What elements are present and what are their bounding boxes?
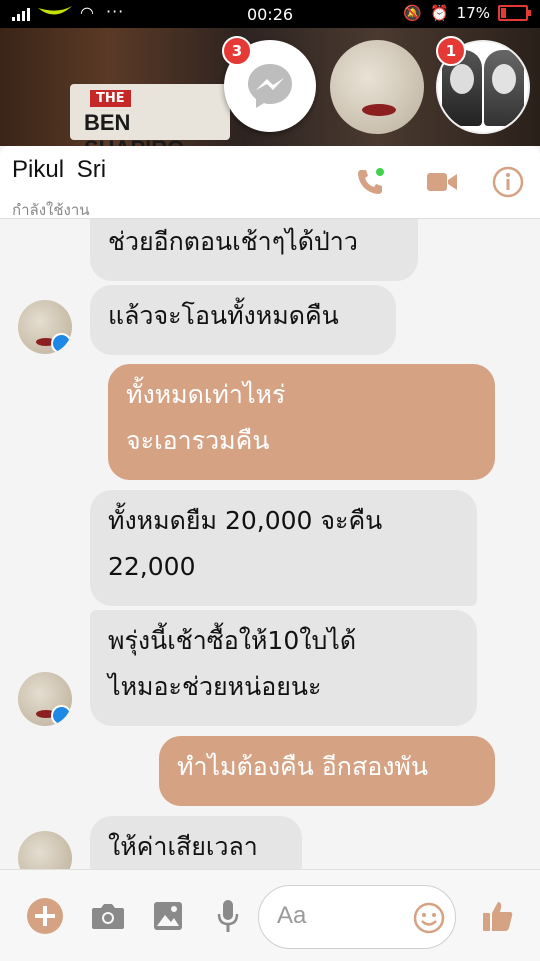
phone-icon <box>358 168 384 194</box>
camera-button[interactable] <box>88 896 128 936</box>
messenger-unread-badge: 3 <box>222 36 252 66</box>
contact-name[interactable]: Pikul Sri <box>12 156 106 184</box>
message-line: ทั้งหมดเท่าไหร่ <box>126 380 286 409</box>
message-in[interactable]: แล้วจะโอนทั้งหมดคืน <box>90 285 396 355</box>
message-line: ทั้งหมดยืม 20,000 จะคืน <box>108 506 383 535</box>
contact-unread-badge: 1 <box>436 36 466 66</box>
video-call-button[interactable] <box>424 164 460 200</box>
more-actions-button[interactable] <box>25 896 65 936</box>
voice-call-button[interactable] <box>352 164 388 200</box>
voice-message-button[interactable] <box>208 896 248 936</box>
message-thread[interactable]: ช่วยอีกตอนเช้าๆได้ป่าว แล้วจะโอนทั้งหมดค… <box>0 219 540 869</box>
battery-icon <box>498 5 531 21</box>
active-status: กำลังใช้งาน <box>12 201 90 216</box>
info-icon <box>492 166 524 198</box>
messenger-badge-icon <box>51 333 72 354</box>
thumbs-up-icon <box>483 902 513 931</box>
silent-icon: 🔕 <box>403 4 422 22</box>
battery-percent: 17% <box>456 4 490 22</box>
video-call-icon <box>427 173 457 191</box>
composer-bar: Aa <box>0 869 540 961</box>
message-line: พรุ่งนี้เช้าซื้อให้10ใบได้ <box>108 626 357 655</box>
gallery-icon <box>154 902 182 930</box>
message-line: จะเอารวมคืน <box>126 426 270 455</box>
gallery-button[interactable] <box>148 896 188 936</box>
camera-icon <box>92 904 124 929</box>
contact-avatar[interactable] <box>18 831 72 869</box>
message-input-placeholder: Aa <box>277 902 307 929</box>
message-out[interactable]: ทั้งหมดเท่าไหร่ จะเอารวมคืน <box>108 364 495 480</box>
chat-heads-bar: THE BEN SHAPIRO 3 1 <box>0 28 540 146</box>
plus-icon <box>27 898 63 934</box>
contact-avatar[interactable] <box>18 672 72 726</box>
microphone-icon <box>217 900 239 932</box>
contact-chathead-pikul[interactable] <box>330 40 424 134</box>
message-out[interactable]: ทำไมต้องคืน อีกสองพัน <box>159 736 495 806</box>
emoji-button[interactable] <box>409 898 449 938</box>
messenger-icon <box>248 64 292 108</box>
info-button[interactable] <box>490 164 526 200</box>
video-brand-top: THE <box>90 90 131 107</box>
message-input[interactable]: Aa <box>258 885 456 949</box>
message-in[interactable]: ช่วยอีกตอนเช้าๆได้ป่าว <box>90 219 418 281</box>
message-in[interactable]: พรุ่งนี้เช้าซื้อให้10ใบได้ ไหมอะช่วยหน่อ… <box>90 610 477 726</box>
conversation-header: Pikul Sri กำลังใช้งาน <box>0 146 540 219</box>
like-button[interactable] <box>478 896 518 936</box>
message-line: ไหมอะช่วยหน่อยนะ <box>108 672 322 701</box>
messenger-badge-icon <box>51 705 72 726</box>
alarm-icon: ⏰ <box>429 4 449 22</box>
video-brand-name: BEN SHAPIRO <box>84 110 184 146</box>
emoji-icon <box>413 902 445 934</box>
message-in[interactable]: ให้ค่าเสียเวลา <box>90 816 302 869</box>
message-in[interactable]: ทั้งหมดยืม 20,000 จะคืน 22,000 <box>90 490 477 606</box>
status-bar: ◠ ··· 00:26 🔕 ⏰ 17% <box>0 0 540 28</box>
video-background: THE BEN SHAPIRO <box>70 84 230 146</box>
contact-avatar[interactable] <box>18 300 72 354</box>
message-line: 22,000 <box>108 552 196 581</box>
